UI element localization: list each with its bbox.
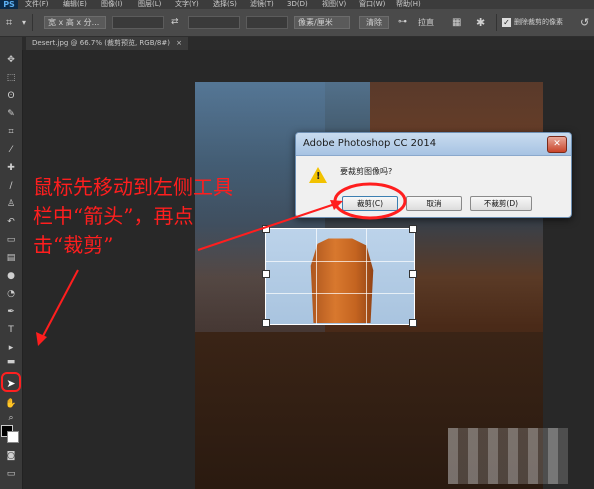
menu-help[interactable]: 帮助(H): [396, 0, 421, 9]
chevron-down-icon: ▾: [22, 18, 27, 27]
straighten-label[interactable]: 拉直: [418, 16, 434, 29]
gradient-icon[interactable]: ▤: [3, 251, 19, 265]
swap-icon[interactable]: ⇄: [171, 16, 179, 29]
delete-cropped-label: 删除裁剪的像素: [514, 18, 563, 26]
close-icon[interactable]: ✕: [547, 136, 567, 153]
menu-file[interactable]: 文件(F): [25, 0, 49, 9]
gear-icon[interactable]: ✱: [476, 16, 485, 29]
menu-edit[interactable]: 编辑(E): [63, 0, 87, 9]
menu-filter[interactable]: 滤镜(T): [250, 0, 274, 9]
crop-grid-line: [266, 293, 414, 294]
stamp-icon[interactable]: ♙: [3, 197, 19, 211]
delete-cropped-checkbox[interactable]: ✓: [502, 18, 511, 27]
annotation-line-2: 栏中“箭头”，再点: [33, 204, 194, 228]
menu-select[interactable]: 选择(S): [213, 0, 237, 9]
brush-icon[interactable]: ∕: [3, 179, 19, 193]
reset-icon[interactable]: ↺: [580, 16, 589, 29]
arrow-head-to-tool: [36, 332, 47, 346]
screen-mode-icon[interactable]: ▭: [3, 467, 19, 481]
dont-crop-button[interactable]: 不裁剪(D): [470, 196, 532, 211]
crop-confirm-dialog: Adobe Photoshop CC 2014 ✕ ! 要裁剪图像吗? 裁剪(C…: [295, 132, 572, 218]
healing-icon[interactable]: ✚: [3, 161, 19, 175]
dialog-titlebar: Adobe Photoshop CC 2014 ✕: [296, 133, 571, 156]
options-bar: ⌗ ▾ 宽 x 高 x 分... ⇄ 像素/厘米 清除 ⊶ 拉直 ▦ ✱ ✓ 删…: [0, 9, 594, 37]
crop-grid-line: [366, 229, 367, 324]
menu-layer[interactable]: 图层(L): [138, 0, 161, 9]
tools-panel: ✥ ⬚ ʘ ✎ ⌗ ⁄ ✚ ∕ ♙ ↶ ▭ ▤ ● ◔ ✒ T ▸ ➤ ▬ ✋ …: [0, 37, 23, 489]
watermark-blur: [448, 428, 568, 484]
history-brush-icon[interactable]: ↶: [3, 215, 19, 229]
dialog-title: Adobe Photoshop CC 2014: [303, 138, 437, 149]
width-field[interactable]: [112, 16, 164, 29]
crop-handle-right[interactable]: [409, 270, 417, 278]
straighten-icon[interactable]: ⊶: [398, 16, 407, 29]
crop-button[interactable]: 裁剪(C): [342, 196, 398, 211]
divider: [32, 14, 33, 31]
pen-icon[interactable]: ✒: [3, 305, 19, 319]
menu-type[interactable]: 文字(Y): [175, 0, 199, 9]
quick-select-icon[interactable]: ✎: [3, 107, 19, 121]
annotation-line-3: 击“裁剪”: [33, 233, 114, 257]
crop-handle-bottom-left[interactable]: [262, 319, 270, 327]
divider: [496, 14, 497, 31]
blur-icon[interactable]: ●: [3, 269, 19, 283]
ratio-select[interactable]: 宽 x 高 x 分...: [44, 16, 106, 29]
eraser-icon[interactable]: ▭: [3, 233, 19, 247]
crop-handle-top-right[interactable]: [409, 225, 417, 233]
background-color-swatch[interactable]: [7, 431, 19, 443]
move-icon[interactable]: ✥: [3, 53, 19, 67]
menu-bar: PS 文件(F) 编辑(E) 图像(I) 图层(L) 文字(Y) 选择(S) 滤…: [0, 0, 594, 9]
resolution-field[interactable]: [246, 16, 288, 29]
clear-button[interactable]: 清除: [359, 16, 389, 29]
menu-window[interactable]: 窗口(W): [359, 0, 385, 9]
document-tab-bar: Desert.jpg @ 66.7% (裁剪预览, RGB/8#) ×: [22, 37, 594, 50]
grid-overlay-icon[interactable]: ▦: [452, 16, 461, 29]
eyedropper-icon[interactable]: ⁄: [3, 143, 19, 157]
document-tab[interactable]: Desert.jpg @ 66.7% (裁剪预览, RGB/8#) ×: [26, 37, 189, 50]
quick-mask-icon[interactable]: ◙: [3, 449, 19, 463]
crop-handle-left[interactable]: [262, 270, 270, 278]
crop-handle-bottom-right[interactable]: [409, 319, 417, 327]
type-icon[interactable]: T: [3, 323, 19, 337]
crop-grid-line: [266, 261, 414, 262]
path-select-icon[interactable]: ▸: [3, 341, 19, 355]
marquee-icon[interactable]: ⬚: [3, 71, 19, 85]
crop-handle-top-left[interactable]: [262, 225, 270, 233]
arrow-line-to-tool: [41, 269, 79, 339]
lasso-icon[interactable]: ʘ: [3, 89, 19, 103]
unit-select[interactable]: 像素/厘米: [294, 16, 350, 29]
annotation-line-1: 鼠标先移动到左侧工具: [33, 175, 233, 199]
photoshop-logo: PS: [0, 0, 18, 9]
crop-selection[interactable]: [265, 228, 415, 325]
zoom-icon[interactable]: ⌕: [3, 411, 19, 425]
height-field[interactable]: [188, 16, 240, 29]
menu-3d[interactable]: 3D(D): [287, 0, 308, 9]
shape-icon[interactable]: ▬: [3, 355, 19, 369]
menu-image[interactable]: 图像(I): [101, 0, 123, 9]
close-tab-icon[interactable]: ×: [176, 39, 182, 47]
crop-tool-preset-icon[interactable]: ⌗: [6, 16, 12, 29]
crop-grid-line: [316, 229, 317, 324]
menu-view[interactable]: 视图(V): [322, 0, 346, 9]
warning-mark: !: [316, 171, 321, 182]
cancel-button[interactable]: 取消: [406, 196, 462, 211]
crop-icon[interactable]: ⌗: [3, 125, 19, 139]
dodge-icon[interactable]: ◔: [3, 287, 19, 301]
dialog-message: 要裁剪图像吗?: [340, 167, 393, 176]
